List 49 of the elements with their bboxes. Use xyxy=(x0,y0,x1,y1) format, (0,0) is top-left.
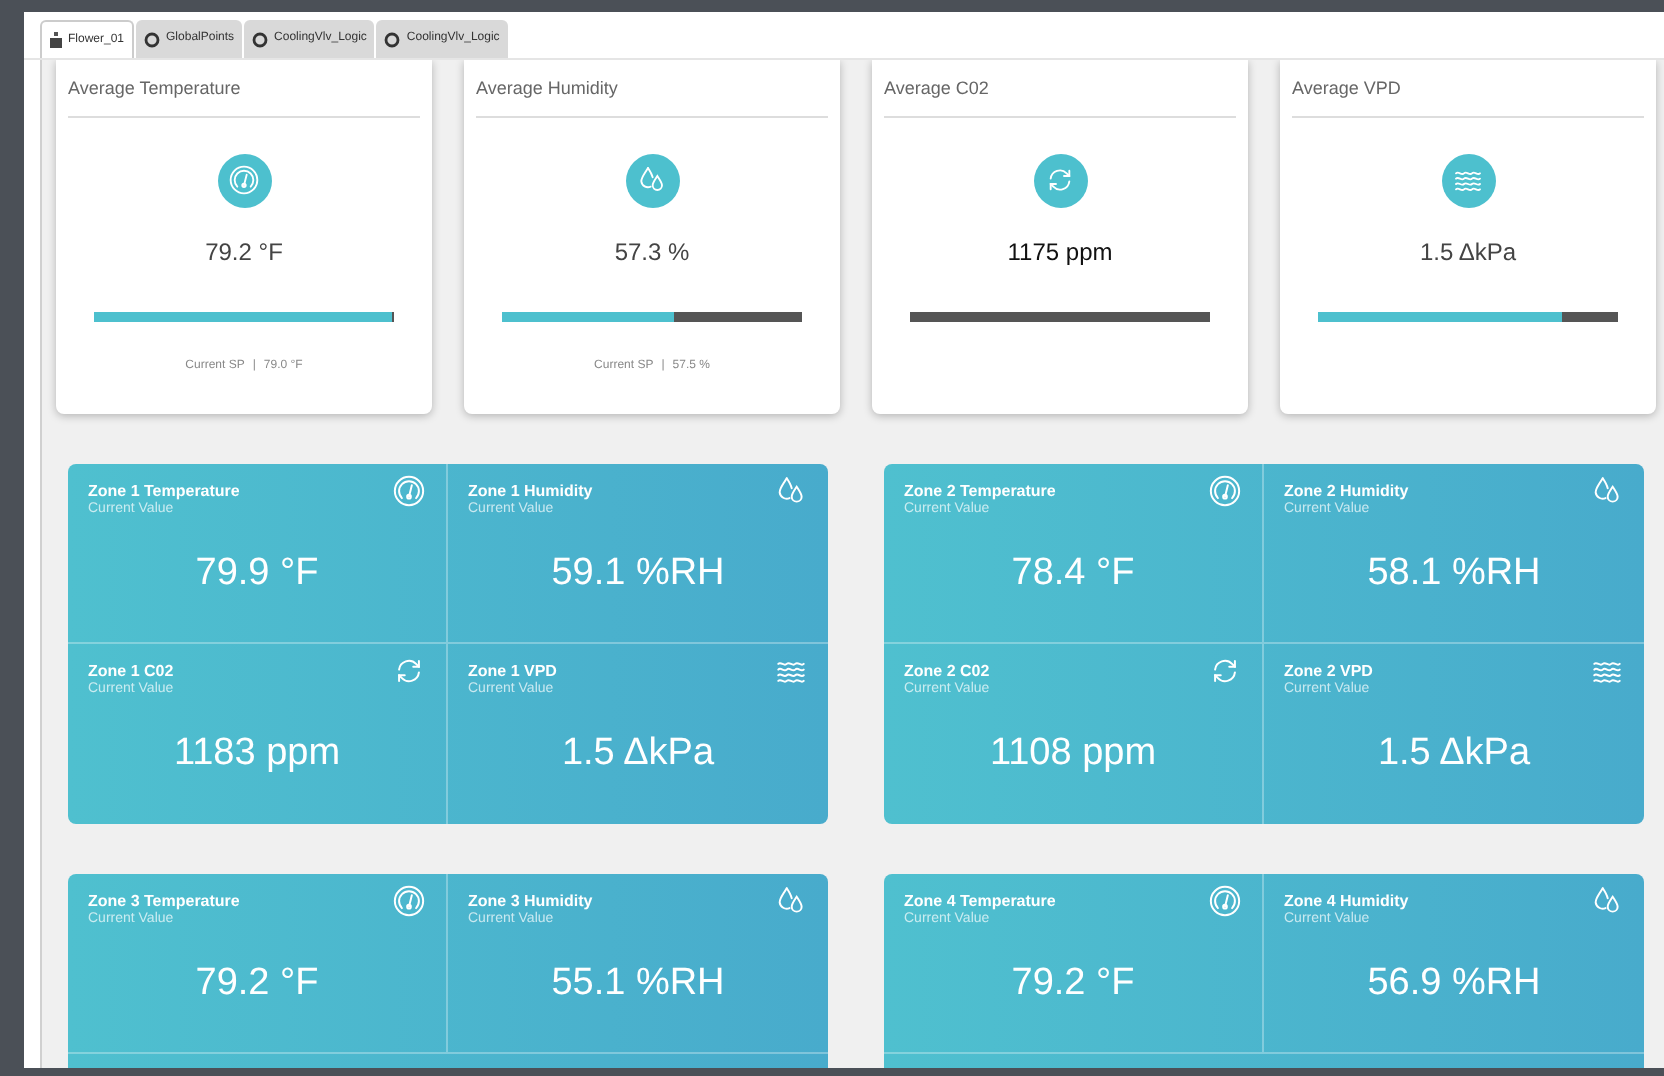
card-title: Average Humidity xyxy=(476,76,620,102)
metric-title: Zone 1 Humidity xyxy=(468,482,593,501)
metric-title: Zone 3 Temperature xyxy=(88,892,240,911)
metric-value: 79.2 °F xyxy=(1009,960,1137,1008)
droplets-icon xyxy=(774,884,808,918)
metric-value: 78.4 °F xyxy=(1009,550,1137,598)
gauge-icon xyxy=(392,474,426,508)
cycle-arrows-icon xyxy=(1208,654,1242,688)
metric-value: 1183 ppm xyxy=(171,730,343,778)
metric-value: 1.5 ΔkPa xyxy=(1375,730,1533,778)
droplets-icon xyxy=(636,164,668,196)
metric-value: 59.1 %RH xyxy=(549,550,727,598)
card-title: Average VPD xyxy=(1292,76,1403,102)
circle-icon xyxy=(144,31,161,47)
gauge-icon xyxy=(1208,884,1242,918)
card-value: 79.2 °F xyxy=(205,235,283,269)
metric-title: Zone 2 VPD xyxy=(1284,662,1373,681)
metric-title: Zone 2 Humidity xyxy=(1284,482,1409,501)
gauge-icon xyxy=(228,164,260,196)
metric-title: Zone 3 Humidity xyxy=(468,892,593,911)
droplets-icon xyxy=(1590,884,1624,918)
metric-title: Zone 2 Temperature xyxy=(904,482,1056,501)
metric-value: 1108 ppm xyxy=(987,730,1159,778)
droplets-icon xyxy=(1590,474,1624,508)
metric-title: Zone 1 C02 xyxy=(88,662,174,681)
card-value: 57.3 % xyxy=(614,235,690,269)
card-title: Average C02 xyxy=(884,76,991,102)
droplets-icon xyxy=(774,474,808,508)
gauge-icon xyxy=(1208,474,1242,508)
circle-icon xyxy=(384,31,401,47)
circle-icon xyxy=(252,31,269,47)
metric-title: Zone 2 C02 xyxy=(904,662,990,681)
metric-title: Zone 4 Temperature xyxy=(904,892,1056,911)
metric-value: 58.1 %RH xyxy=(1365,550,1543,598)
card-title: Average Temperature xyxy=(68,76,243,102)
device-icon xyxy=(50,32,62,48)
metric-value: 1.5 ΔkPa xyxy=(559,730,717,778)
cycle-arrows-icon xyxy=(1044,164,1076,196)
metric-value: 55.1 %RH xyxy=(549,960,727,1008)
metric-value: 56.9 %RH xyxy=(1365,960,1543,1008)
metric-value: 79.9 °F xyxy=(193,550,321,598)
metric-value: 79.2 °F xyxy=(193,960,321,1008)
gauge-icon xyxy=(392,884,426,918)
metric-title: Zone 1 Temperature xyxy=(88,482,240,501)
metric-title: Zone 1 VPD xyxy=(468,662,557,681)
cycle-arrows-icon xyxy=(392,654,426,688)
card-value: 1175 ppm xyxy=(1007,235,1113,269)
metric-title: Zone 4 Humidity xyxy=(1284,892,1409,911)
card-value: 1.5 ΔkPa xyxy=(1419,235,1517,269)
